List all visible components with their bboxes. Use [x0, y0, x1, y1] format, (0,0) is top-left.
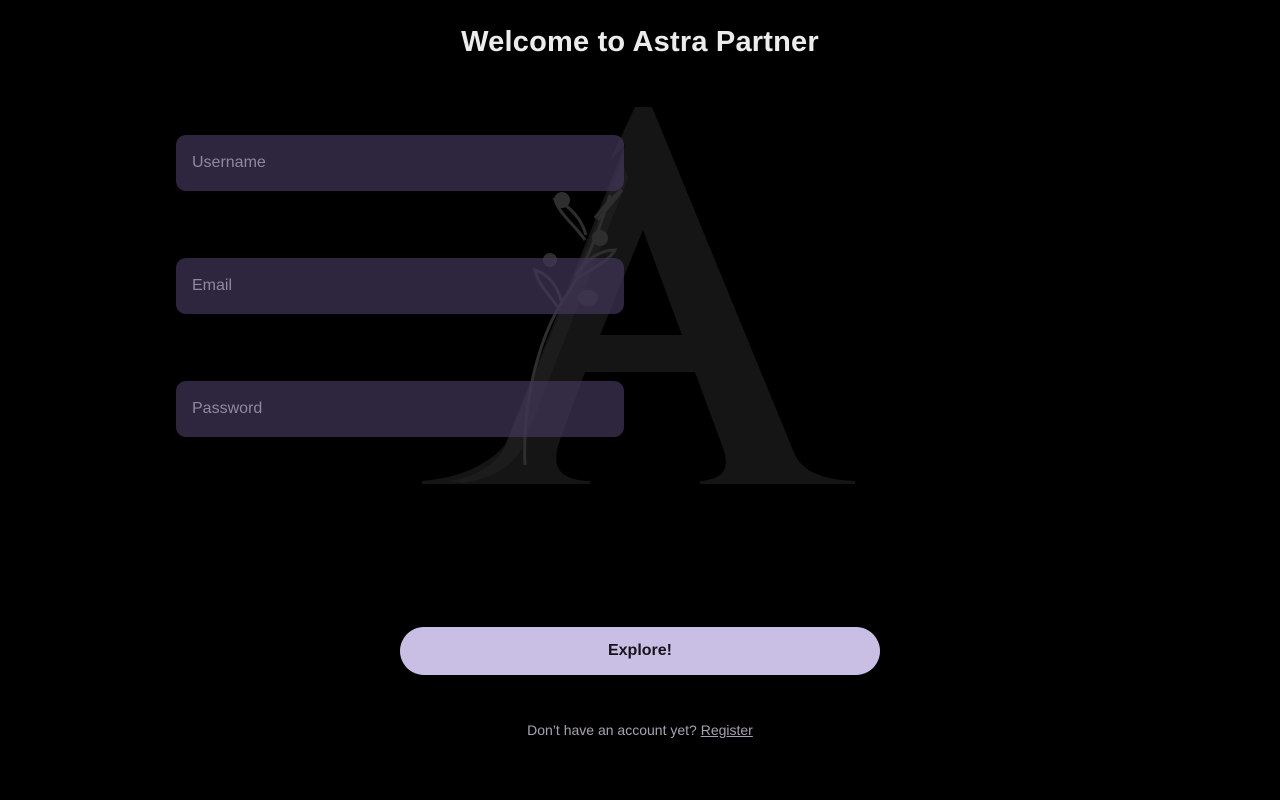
password-field[interactable]: [176, 381, 624, 437]
register-link[interactable]: Register: [701, 722, 753, 738]
email-field[interactable]: [176, 258, 624, 314]
register-prompt: Don’t have an account yet? Register: [0, 722, 1280, 738]
username-field[interactable]: [176, 135, 624, 191]
login-page: Welcome to Astra Partner Explore! Don’t …: [0, 0, 1280, 800]
register-prompt-text: Don’t have an account yet?: [527, 722, 697, 738]
page-title: Welcome to Astra Partner: [461, 26, 819, 58]
explore-button[interactable]: Explore!: [400, 627, 880, 675]
